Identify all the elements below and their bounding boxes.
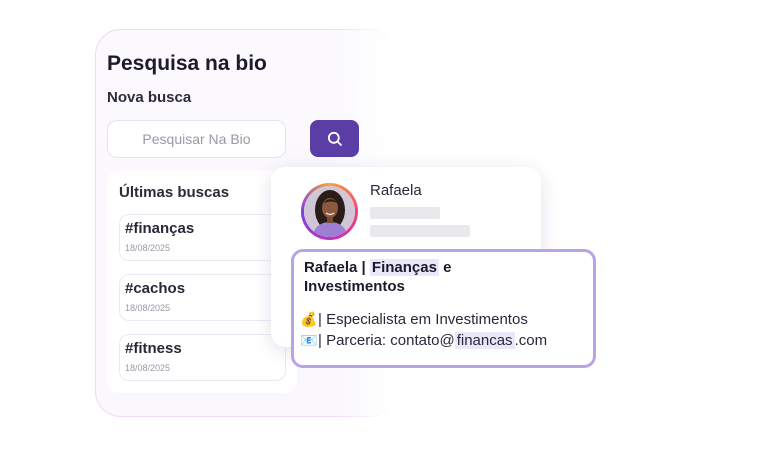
- bio-title: Rafaela | Finanças e Investimentos: [304, 258, 504, 296]
- recent-search-item[interactable]: #fitness 18/08/2025: [119, 334, 286, 381]
- recent-search-tag: #cachos: [125, 280, 186, 297]
- recent-search-tag: #fitness: [125, 340, 182, 357]
- recent-search-tag: #finanças: [125, 220, 195, 237]
- skeleton-line: [370, 225, 470, 237]
- avatar-photo: [304, 186, 355, 237]
- page-title: Pesquisa na bio: [107, 52, 267, 75]
- search-icon: [327, 131, 342, 146]
- recent-searches-title: Últimas buscas: [119, 184, 230, 201]
- new-search-label: Nova busca: [107, 89, 192, 106]
- bio-line-partnership: 📧| Parceria: contato@ financas .com: [300, 332, 547, 349]
- recent-search-date: 18/08/2025: [125, 243, 171, 253]
- bio-title-name: Rafaela |: [304, 259, 370, 276]
- recent-search-date: 18/08/2025: [125, 363, 171, 373]
- bio-line-text: | Especialista em Investimentos: [318, 311, 528, 328]
- recent-search-item[interactable]: #finanças 18/08/2025: [119, 214, 286, 261]
- recent-search-item[interactable]: #cachos 18/08/2025: [119, 274, 286, 321]
- search-input[interactable]: [107, 120, 286, 158]
- money-bag-icon: 💰: [300, 311, 318, 327]
- recent-search-date: 18/08/2025: [125, 303, 171, 313]
- email-icon: 📧: [300, 332, 318, 348]
- skeleton-line: [370, 207, 440, 219]
- bio-line-suffix: .com: [514, 332, 548, 349]
- avatar[interactable]: [301, 183, 358, 240]
- search-button[interactable]: [310, 120, 359, 157]
- bio-line-prefix: | Parceria: contato@: [318, 332, 455, 349]
- bio-line-specialist: 💰| Especialista em Investimentos: [300, 311, 528, 328]
- bio-title-highlight: Finanças: [369, 259, 439, 276]
- bio-line-highlight: financas: [454, 332, 515, 349]
- profile-name: Rafaela: [370, 182, 422, 199]
